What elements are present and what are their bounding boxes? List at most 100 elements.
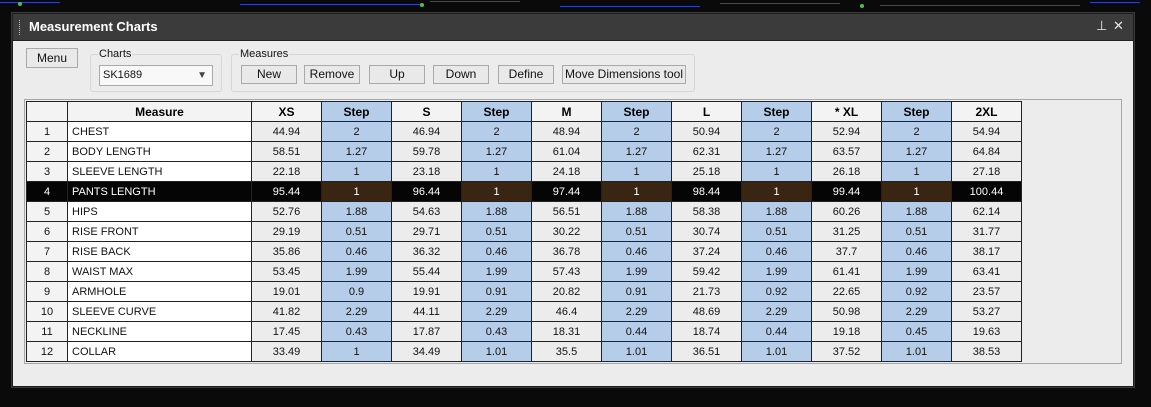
step-cell[interactable]: 1.01 [461,341,532,362]
row-number-cell[interactable]: 12 [26,341,68,362]
size-value-cell[interactable]: 46.4 [531,301,602,322]
step-cell[interactable]: 0.51 [601,221,672,242]
table-row[interactable]: 1 CHEST 44.94 2 46.94 2 48.94 2 50.94 2 52.94 2 54.9… [26,121,1022,142]
row-number-cell[interactable]: 1 [26,121,68,142]
size-value-cell[interactable]: 59.42 [671,261,742,282]
step-cell[interactable]: 1.01 [881,341,952,362]
table-row[interactable]: 8 WAIST MAX 53.45 1.99 55.44 1.99 57.43 1.99 59.… [26,261,1022,282]
step-cell[interactable]: 0.46 [601,241,672,262]
step-cell[interactable]: 1.01 [741,341,812,362]
size-value-cell[interactable]: 48.94 [531,121,602,142]
row-number-cell[interactable]: 3 [26,161,68,182]
step-cell[interactable]: 0.51 [461,221,532,242]
size-value-cell[interactable]: 50.98 [811,301,882,322]
remove-button[interactable]: Remove [304,65,360,84]
column-header-xl[interactable]: * XL [811,101,882,122]
row-number-cell[interactable]: 9 [26,281,68,302]
column-header-l[interactable]: L [671,101,742,122]
table-row[interactable]: 4 PANTS LENGTH 95.44 1 96.44 1 97.44 1 98.44 1 99.… [26,181,1022,202]
step-cell[interactable]: 0.91 [601,281,672,302]
step-cell[interactable]: 2.29 [741,301,812,322]
move-dimensions-tool-button[interactable]: Move Dimensions tool [562,65,686,84]
table-row[interactable]: 11 NECKLINE 17.45 0.43 17.87 0.43 18.31 0.44 18.… [26,321,1022,342]
step-cell[interactable]: 1.99 [601,261,672,282]
step-cell[interactable]: 0.51 [741,221,812,242]
size-value-cell[interactable]: 52.94 [811,121,882,142]
step-cell[interactable]: 0.51 [321,221,392,242]
step-cell[interactable]: 2.29 [461,301,532,322]
size-value-cell[interactable]: 31.25 [811,221,882,242]
size-value-cell[interactable]: 38.17 [951,241,1022,262]
column-header-step[interactable]: Step [601,101,672,122]
step-cell[interactable]: 1 [881,161,952,182]
step-cell[interactable]: 1.88 [461,201,532,222]
table-row[interactable]: 6 RISE FRONT 29.19 0.51 29.71 0.51 30.22 0.51 30… [26,221,1022,242]
table-row[interactable]: 10 SLEEVE CURVE 41.82 2.29 44.11 2.29 46.4 2.29… [26,301,1022,322]
table-row[interactable]: 7 RISE BACK 35.86 0.46 36.32 0.46 36.78 0.46 37.… [26,241,1022,262]
step-cell[interactable]: 1 [461,161,532,182]
up-button[interactable]: Up [369,65,425,84]
new-button[interactable]: New [241,65,297,84]
size-value-cell[interactable]: 55.44 [391,261,462,282]
title-bar[interactable]: Measurement Charts ⊥ ✕ [13,14,1133,41]
row-number-cell[interactable]: 2 [26,141,68,162]
size-value-cell[interactable]: 36.78 [531,241,602,262]
define-button[interactable]: Define [498,65,554,84]
size-value-cell[interactable]: 29.71 [391,221,462,242]
size-value-cell[interactable]: 62.31 [671,141,742,162]
step-cell[interactable]: 1 [741,161,812,182]
size-value-cell[interactable]: 25.18 [671,161,742,182]
measure-name-cell[interactable]: WAIST MAX [67,261,252,282]
step-cell[interactable]: 1 [881,181,952,202]
row-number-cell[interactable]: 11 [26,321,68,342]
step-cell[interactable]: 0.43 [461,321,532,342]
row-number-cell[interactable]: 8 [26,261,68,282]
step-cell[interactable]: 1.99 [461,261,532,282]
size-value-cell[interactable]: 54.94 [951,121,1022,142]
size-value-cell[interactable]: 57.43 [531,261,602,282]
table-row[interactable]: 2 BODY LENGTH 58.51 1.27 59.78 1.27 61.04 1.27 6… [26,141,1022,162]
measure-name-cell[interactable]: SLEEVE CURVE [67,301,252,322]
size-value-cell[interactable]: 24.18 [531,161,602,182]
step-cell[interactable]: 1.01 [601,341,672,362]
size-value-cell[interactable]: 30.74 [671,221,742,242]
size-value-cell[interactable]: 56.51 [531,201,602,222]
table-row[interactable]: 9 ARMHOLE 19.01 0.9 19.91 0.91 20.82 0.91 21.73 0… [26,281,1022,302]
size-value-cell[interactable]: 50.94 [671,121,742,142]
row-number-cell[interactable]: 10 [26,301,68,322]
size-value-cell[interactable]: 26.18 [811,161,882,182]
measure-name-cell[interactable]: PANTS LENGTH [67,181,252,202]
size-value-cell[interactable]: 23.18 [391,161,462,182]
size-value-cell[interactable]: 30.22 [531,221,602,242]
size-value-cell[interactable]: 63.57 [811,141,882,162]
step-cell[interactable]: 0.9 [321,281,392,302]
size-value-cell[interactable]: 20.82 [531,281,602,302]
size-value-cell[interactable]: 35.86 [251,241,322,262]
size-value-cell[interactable]: 59.78 [391,141,462,162]
size-value-cell[interactable]: 19.91 [391,281,462,302]
step-cell[interactable]: 1 [461,181,532,202]
close-icon[interactable]: ✕ [1113,18,1124,34]
step-cell[interactable]: 2 [601,121,672,142]
size-value-cell[interactable]: 61.04 [531,141,602,162]
down-button[interactable]: Down [433,65,489,84]
measure-name-cell[interactable]: ARMHOLE [67,281,252,302]
measure-name-cell[interactable]: COLLAR [67,341,252,362]
size-value-cell[interactable]: 37.7 [811,241,882,262]
measure-name-cell[interactable]: SLEEVE LENGTH [67,161,252,182]
size-value-cell[interactable]: 34.49 [391,341,462,362]
size-value-cell[interactable]: 33.49 [251,341,322,362]
step-cell[interactable]: 1.27 [321,141,392,162]
chevron-down-icon[interactable]: ▼ [197,66,207,85]
step-cell[interactable]: 0.45 [881,321,952,342]
step-cell[interactable]: 2.29 [321,301,392,322]
step-cell[interactable]: 1.27 [881,141,952,162]
size-value-cell[interactable]: 31.77 [951,221,1022,242]
step-cell[interactable]: 0.46 [881,241,952,262]
menu-button[interactable]: Menu [26,48,78,68]
pin-icon[interactable]: ⊥ [1096,18,1107,34]
step-cell[interactable]: 1 [321,161,392,182]
step-cell[interactable]: 2 [461,121,532,142]
step-cell[interactable]: 2 [321,121,392,142]
step-cell[interactable]: 2 [741,121,812,142]
